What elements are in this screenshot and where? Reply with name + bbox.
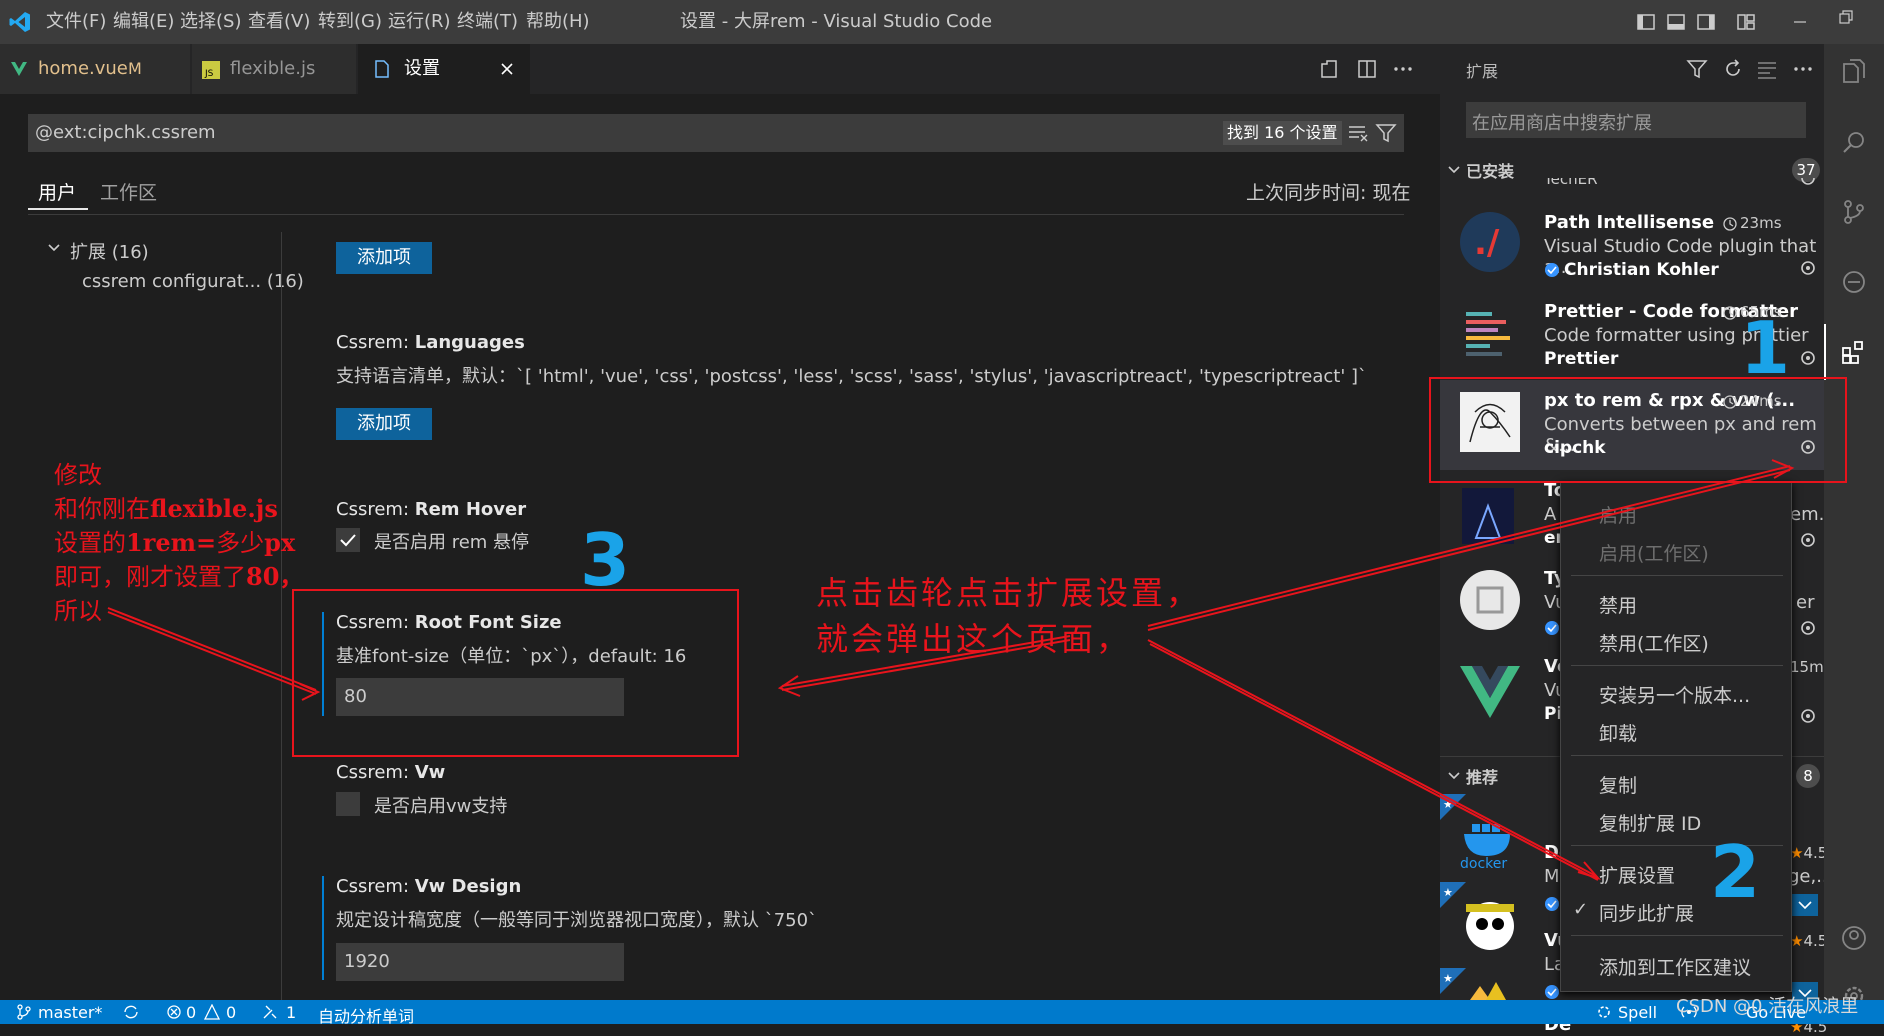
ports-icon[interactable]	[262, 1004, 280, 1020]
annotation-number-2: 2	[1710, 830, 1761, 914]
warning-icon[interactable]	[204, 1004, 220, 1020]
note-text: 即可，刚才设置了	[54, 563, 246, 591]
note-text: 80，	[246, 562, 304, 591]
note-text: 设置的	[54, 529, 126, 557]
note-text: 1rem=	[126, 528, 217, 557]
git-branch-icon	[17, 1004, 31, 1020]
annotation-number-3: 3	[580, 518, 631, 602]
error-count[interactable]: 0	[186, 1003, 196, 1022]
note-line: 和你刚在flexible.js	[54, 492, 303, 526]
highlight-box-extension	[1429, 377, 1847, 483]
highlight-box-root-font	[292, 589, 739, 757]
sync-icon[interactable]	[122, 1004, 140, 1020]
git-branch[interactable]: master*	[38, 1003, 102, 1022]
auto-analyze-words[interactable]: 自动分析单词	[318, 1003, 414, 1027]
note-line: 所以	[54, 597, 102, 625]
ports-count[interactable]: 1	[286, 1003, 296, 1022]
note-text: flexible.js	[150, 494, 278, 523]
note-line: 就会弹出这个页面，	[816, 620, 1132, 658]
spell-check[interactable]: Spell	[1618, 1003, 1657, 1022]
annotation-center-note: 点击齿轮点击扩展设置， 就会弹出这个页面，	[816, 570, 1201, 662]
note-line: 设置的1rem=多少px	[54, 526, 303, 560]
annotation-arrows	[107, 459, 1795, 881]
note-line: 即可，刚才设置了80，	[54, 560, 303, 594]
note-line: 点击齿轮点击扩展设置，	[816, 574, 1202, 612]
annotation-left-note: 修改 和你刚在flexible.js 设置的1rem=多少px 即可，刚才设置了…	[54, 458, 303, 628]
warning-count[interactable]: 0	[226, 1003, 236, 1022]
note-text: px	[264, 528, 296, 557]
note-text: 多少	[216, 529, 265, 557]
spell-gear-icon	[1598, 1006, 1610, 1018]
note-line: 修改	[54, 461, 102, 489]
status-bar: master* 0 0 1 自动分析单词 Spell Go Live	[0, 1000, 1884, 1027]
note-text: 和你刚在	[54, 495, 150, 523]
error-icon[interactable]	[166, 1004, 182, 1020]
annotation-number-1: 1	[1740, 306, 1791, 390]
watermark: CSDN @0.活在风浪里	[1676, 996, 1859, 1017]
